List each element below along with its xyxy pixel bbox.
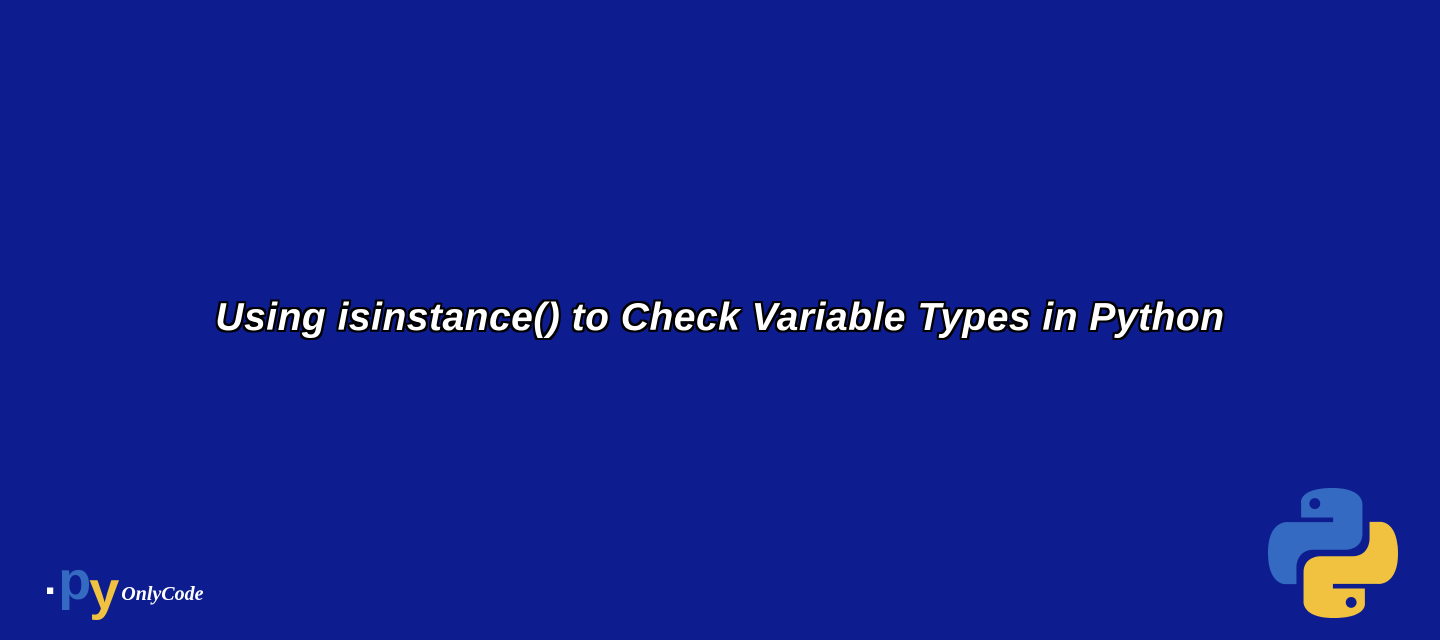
python-icon (1268, 488, 1398, 618)
site-logo: . p y OnlyCode (44, 554, 204, 608)
page-title: Using isinstance() to Check Variable Typ… (0, 296, 1440, 340)
logo-dot: . (44, 558, 56, 602)
logo-letter-y: y (89, 564, 117, 618)
logo-letter-p: p (58, 554, 89, 608)
logo-text: OnlyCode (121, 583, 203, 606)
